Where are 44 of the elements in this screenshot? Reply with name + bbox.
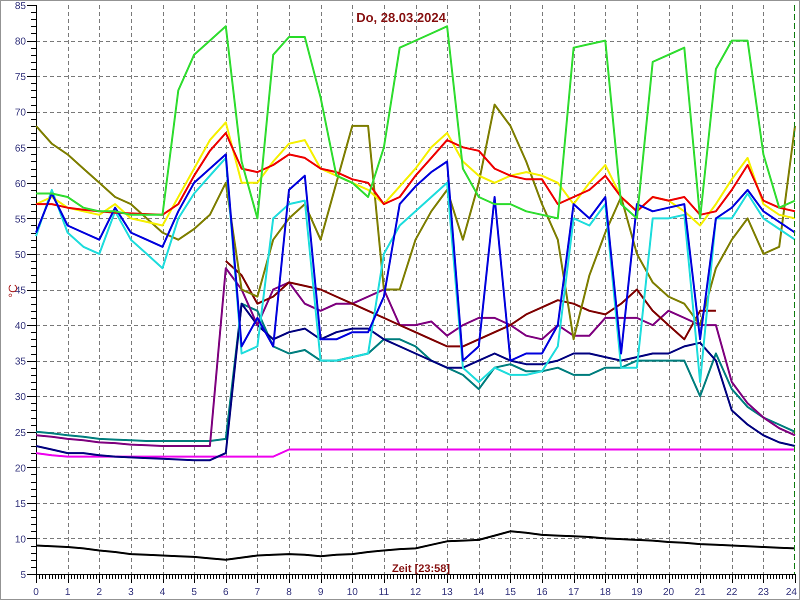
tick-label: 60 — [14, 178, 26, 190]
tick-label: 6 — [222, 587, 229, 598]
tick-label: 5 — [191, 587, 197, 598]
tick-label: 10 — [14, 534, 26, 546]
tick-label: 16 — [536, 587, 548, 598]
tick-label: 1 — [64, 587, 70, 598]
tick-label: 20 — [662, 587, 674, 598]
tick-label: 15 — [504, 587, 516, 598]
tick-label: 17 — [568, 587, 580, 598]
tick-label: 11 — [378, 587, 390, 598]
tick-label: 0 — [33, 587, 39, 598]
tick-label: 24 — [786, 587, 797, 598]
tick-label: 80 — [14, 36, 26, 48]
tick-label: 50 — [14, 250, 26, 261]
tick-label: 75 — [14, 72, 26, 84]
tick-label: 10 — [346, 587, 358, 598]
tick-label: 85 — [14, 1, 26, 12]
tick-label: 21 — [694, 587, 706, 598]
tick-label: 70 — [14, 108, 26, 119]
tick-label: 14 — [473, 587, 484, 598]
x-axis-label: Zeit [23:58] — [392, 563, 450, 575]
tick-label: 2 — [96, 587, 102, 598]
tick-label: 7 — [254, 587, 260, 598]
tick-label: 13 — [442, 587, 453, 598]
tick-label: 8 — [286, 587, 292, 598]
tick-label: 20 — [14, 463, 26, 474]
tick-label: 35 — [14, 356, 26, 368]
tick-label: 18 — [600, 587, 611, 598]
tick-label: 5 — [20, 570, 26, 581]
tick-label: 55 — [14, 214, 26, 226]
tick-label: 15 — [14, 498, 26, 510]
tick-label: 45 — [14, 286, 26, 296]
tick-label: 22 — [726, 587, 738, 598]
chart-title: Do, 28.03.2024 — [356, 10, 446, 25]
tick-label: 40 — [14, 321, 26, 332]
tick-label: 9 — [318, 587, 324, 598]
tick-label: 25 — [14, 428, 26, 439]
tick-label: 23 — [758, 587, 769, 598]
tick-label: 30 — [14, 392, 26, 404]
tick-label: 3 — [128, 587, 134, 598]
tick-label: 12 — [410, 587, 422, 598]
tick-label: 4 — [160, 587, 166, 598]
tick-label: 65 — [14, 143, 26, 154]
tick-label: 19 — [631, 587, 642, 598]
